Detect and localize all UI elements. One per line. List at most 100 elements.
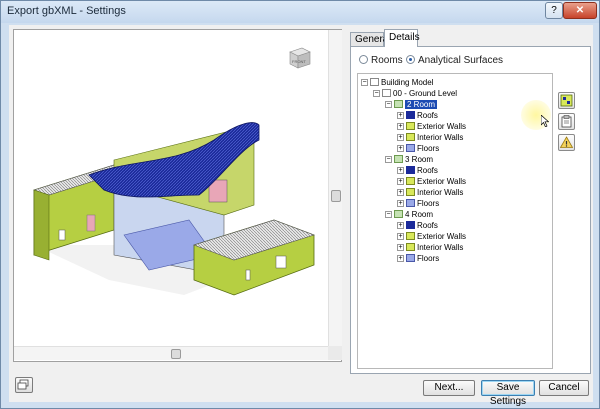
tree-node-floors[interactable]: + Floors <box>397 198 439 209</box>
tree-node-label: Exterior Walls <box>417 232 467 241</box>
tree-node-floors[interactable]: + Floors <box>397 253 439 264</box>
floor-icon <box>406 144 415 152</box>
tree-node-floors[interactable]: + Floors <box>397 143 439 154</box>
tab-details[interactable]: Details <box>384 29 420 47</box>
horizontal-scrollbar[interactable] <box>14 346 328 360</box>
collapse-toggle[interactable]: − <box>373 90 380 97</box>
expand-toggle[interactable]: + <box>397 233 404 240</box>
save-settings-button[interactable]: Save Settings <box>481 380 535 407</box>
tree-node-label: Exterior Walls <box>417 122 467 131</box>
wall-icon <box>406 243 415 251</box>
expand-toggle[interactable]: + <box>397 200 404 207</box>
expand-toggle[interactable]: + <box>397 189 404 196</box>
expand-toggle[interactable]: + <box>397 178 404 185</box>
viewcube[interactable]: FRONT <box>286 44 314 72</box>
close-button[interactable]: ✕ <box>563 2 597 19</box>
copy-settings-button[interactable] <box>558 113 575 130</box>
dialog-body: FRONT General Details Rooms Analytical S… <box>9 25 593 407</box>
collapse-toggle[interactable]: − <box>361 79 368 86</box>
analytical-surfaces-radio-label: Analytical Surfaces <box>418 55 504 66</box>
vertical-scroll-thumb[interactable] <box>331 190 341 202</box>
warnings-button[interactable] <box>558 134 575 151</box>
expand-toggle[interactable]: + <box>397 134 404 141</box>
expand-toggle[interactable]: + <box>397 222 404 229</box>
tree-node-label: Roofs <box>417 111 438 120</box>
tree-node-interior-walls[interactable]: + Interior Walls <box>397 187 463 198</box>
window-opening <box>58 229 66 241</box>
tree-node-label: 3 Room <box>405 155 434 164</box>
title-bar: Export gbXML - Settings ? ✕ <box>1 1 599 23</box>
building-3d-view[interactable] <box>14 30 328 346</box>
next-button[interactable]: Next... <box>423 380 475 396</box>
analytical-surfaces-radio[interactable] <box>406 55 415 64</box>
building-tree-icon <box>560 94 573 107</box>
tree-node-level[interactable]: − 00 - Ground Level <box>373 88 457 99</box>
cancel-button[interactable]: Cancel <box>539 380 589 396</box>
tree-node-exterior-walls[interactable]: + Exterior Walls <box>397 231 466 242</box>
tree-node-roofs[interactable]: + Roofs <box>397 110 438 121</box>
tree-node-room[interactable]: − 3 Room <box>385 154 433 165</box>
viewcube-label: FRONT <box>292 59 306 64</box>
level-icon <box>382 89 391 97</box>
tree-node-label: 00 - Ground Level <box>393 89 458 98</box>
expand-toggle[interactable]: + <box>397 255 404 262</box>
tree-node-building-model[interactable]: − Building Model <box>361 77 433 88</box>
wall-icon <box>406 188 415 196</box>
tree-node-exterior-walls[interactable]: + Exterior Walls <box>397 121 466 132</box>
tree-node-label: 4 Room <box>405 210 434 219</box>
roof-icon <box>406 111 415 119</box>
tree-node-room[interactable]: − 2 Room <box>385 99 438 110</box>
door <box>86 214 96 232</box>
collapse-toggle[interactable]: − <box>385 156 392 163</box>
room-icon <box>394 100 403 108</box>
building-icon <box>370 78 379 86</box>
windows-icon <box>17 379 29 390</box>
window-opening-right <box>275 255 287 269</box>
tree-node-label: Floors <box>417 254 440 263</box>
export-gbxml-settings-window: Export gbXML - Settings ? ✕ FRONT Genera… <box>0 0 600 409</box>
tree-node-label: Roofs <box>417 221 438 230</box>
scrollbar-corner <box>328 346 342 360</box>
viewcube-icon[interactable]: FRONT <box>286 44 314 72</box>
tree-node-label: Floors <box>417 199 440 208</box>
room-icon <box>394 210 403 218</box>
building-tree-button[interactable] <box>558 92 575 109</box>
tree-node-label: Interior Walls <box>417 133 464 142</box>
expand-toggle[interactable]: + <box>397 123 404 130</box>
tree-node-label: Interior Walls <box>417 243 464 252</box>
tree-node-label: Building Model <box>381 78 434 87</box>
rooms-radio-label: Rooms <box>371 55 403 66</box>
roof-icon <box>406 166 415 174</box>
help-button[interactable]: ? <box>545 2 563 19</box>
expand-toggle[interactable]: + <box>397 167 404 174</box>
left-wing-end-wall <box>33 189 50 261</box>
analytical-surfaces-radio-option[interactable]: Analytical Surfaces <box>406 55 503 66</box>
tree-node-room[interactable]: − 4 Room <box>385 209 433 220</box>
tree-node-roofs[interactable]: + Roofs <box>397 165 438 176</box>
wall-icon <box>406 232 415 240</box>
tab-general[interactable]: General <box>350 32 391 47</box>
wall-icon <box>406 122 415 130</box>
collapse-toggle[interactable]: − <box>385 101 392 108</box>
rooms-radio[interactable] <box>359 55 368 64</box>
horizontal-scroll-thumb[interactable] <box>171 349 181 359</box>
wall-icon <box>406 133 415 141</box>
expand-toggle[interactable]: + <box>397 244 404 251</box>
mouse-cursor-icon <box>541 115 549 127</box>
rooms-radio-option[interactable]: Rooms <box>359 55 403 66</box>
floor-icon <box>406 199 415 207</box>
clipboard-icon <box>561 115 572 128</box>
expand-toggle[interactable]: + <box>397 112 404 119</box>
tree-node-label-selected: 2 Room <box>405 100 438 109</box>
tree-node-interior-walls[interactable]: + Interior Walls <box>397 242 463 253</box>
room-icon <box>394 155 403 163</box>
collapse-toggle[interactable]: − <box>385 211 392 218</box>
tree-node-interior-walls[interactable]: + Interior Walls <box>397 132 463 143</box>
expand-toggle[interactable]: + <box>397 145 404 152</box>
vertical-scrollbar[interactable] <box>328 30 342 346</box>
tree-node-roofs[interactable]: + Roofs <box>397 220 438 231</box>
restore-view-button[interactable] <box>15 377 33 393</box>
model-3d-viewport[interactable]: FRONT <box>13 29 342 362</box>
tree-node-exterior-walls[interactable]: + Exterior Walls <box>397 176 466 187</box>
details-panel: Rooms Analytical Surfaces − Building Mode… <box>350 46 591 374</box>
